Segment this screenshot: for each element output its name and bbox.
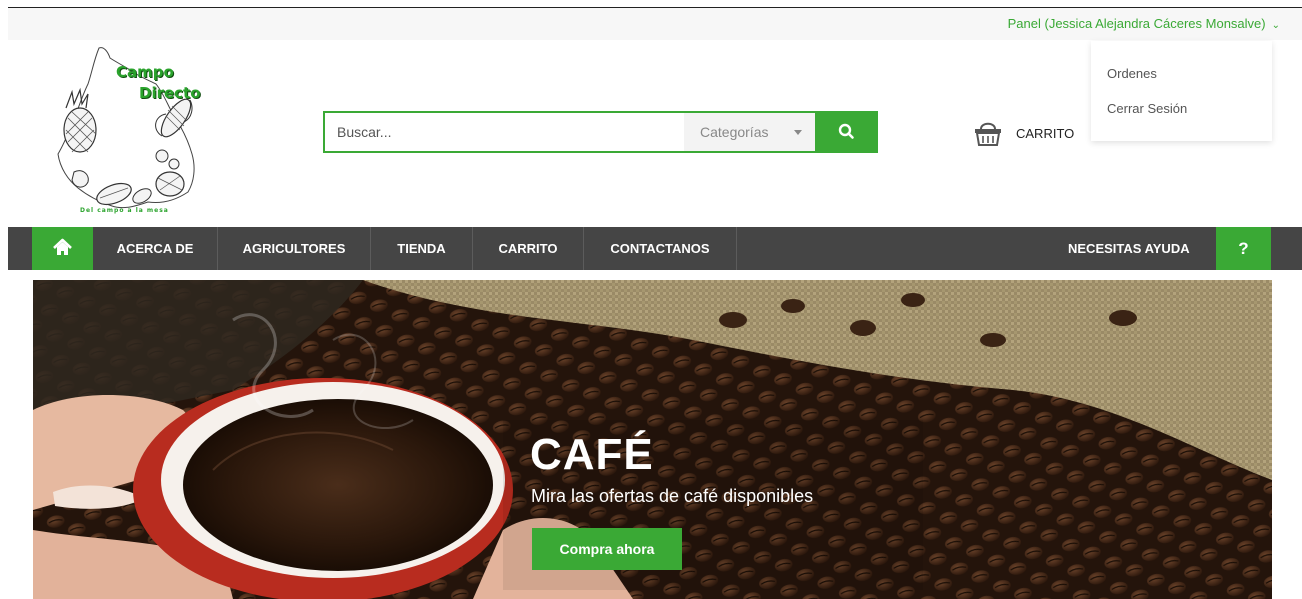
logo-tagline: Del campo a la mesa <box>80 207 169 214</box>
search-input[interactable] <box>337 113 677 151</box>
menu-item-ordenes[interactable]: Ordenes <box>1107 66 1157 81</box>
logo-text-line1: Campo <box>116 63 174 81</box>
basket-icon <box>975 122 1001 146</box>
hero-title: CAFÉ <box>530 430 654 479</box>
nav-item-carrito[interactable]: CARRITO <box>473 227 584 270</box>
site-logo[interactable]: Campo Directo Del campo a la mesa <box>44 44 214 220</box>
category-select[interactable]: Categorías <box>684 113 815 151</box>
search-icon <box>838 123 854 139</box>
nav-home-button[interactable] <box>32 227 93 270</box>
help-button[interactable]: ? <box>1216 227 1271 270</box>
help-label[interactable]: NECESITAS AYUDA <box>1068 227 1190 270</box>
menu-item-cerrar-sesion[interactable]: Cerrar Sesión <box>1107 101 1187 116</box>
chevron-down-icon: ⌄ <box>1271 20 1280 31</box>
user-panel-dropdown[interactable]: Panel (Jessica Alejandra Cáceres Monsalv… <box>1008 16 1280 31</box>
home-icon <box>53 238 72 255</box>
search-button[interactable] <box>815 111 878 153</box>
nav-item-acerca-de[interactable]: ACERCA DE <box>93 227 218 270</box>
category-select-label: Categorías <box>700 124 769 140</box>
nav-item-contactanos[interactable]: CONTACTANOS <box>584 227 737 270</box>
user-panel-label: Panel (Jessica Alejandra Cáceres Monsalv… <box>1007 16 1266 31</box>
hero-subtitle: Mira las ofertas de café disponibles <box>531 486 814 506</box>
nav-item-tienda[interactable]: TIENDA <box>371 227 473 270</box>
top-bar: Panel (Jessica Alejandra Cáceres Monsalv… <box>8 8 1302 40</box>
hero-buy-now-button[interactable]: Compra ahora <box>532 528 682 570</box>
logo-text-line2: Directo <box>139 84 201 102</box>
hero-banner: CAFÉ Mira las ofertas de café disponible… <box>33 280 1272 599</box>
user-menu: Ordenes Cerrar Sesión <box>1091 41 1272 141</box>
header-cart-label: CARRITO <box>1016 126 1075 141</box>
caret-down-icon <box>794 130 802 135</box>
search-bar: Categorías <box>323 111 878 153</box>
nav-item-agricultores[interactable]: AGRICULTORES <box>218 227 371 270</box>
main-nav: ACERCA DE AGRICULTORES TIENDA CARRITO CO… <box>8 227 1302 270</box>
